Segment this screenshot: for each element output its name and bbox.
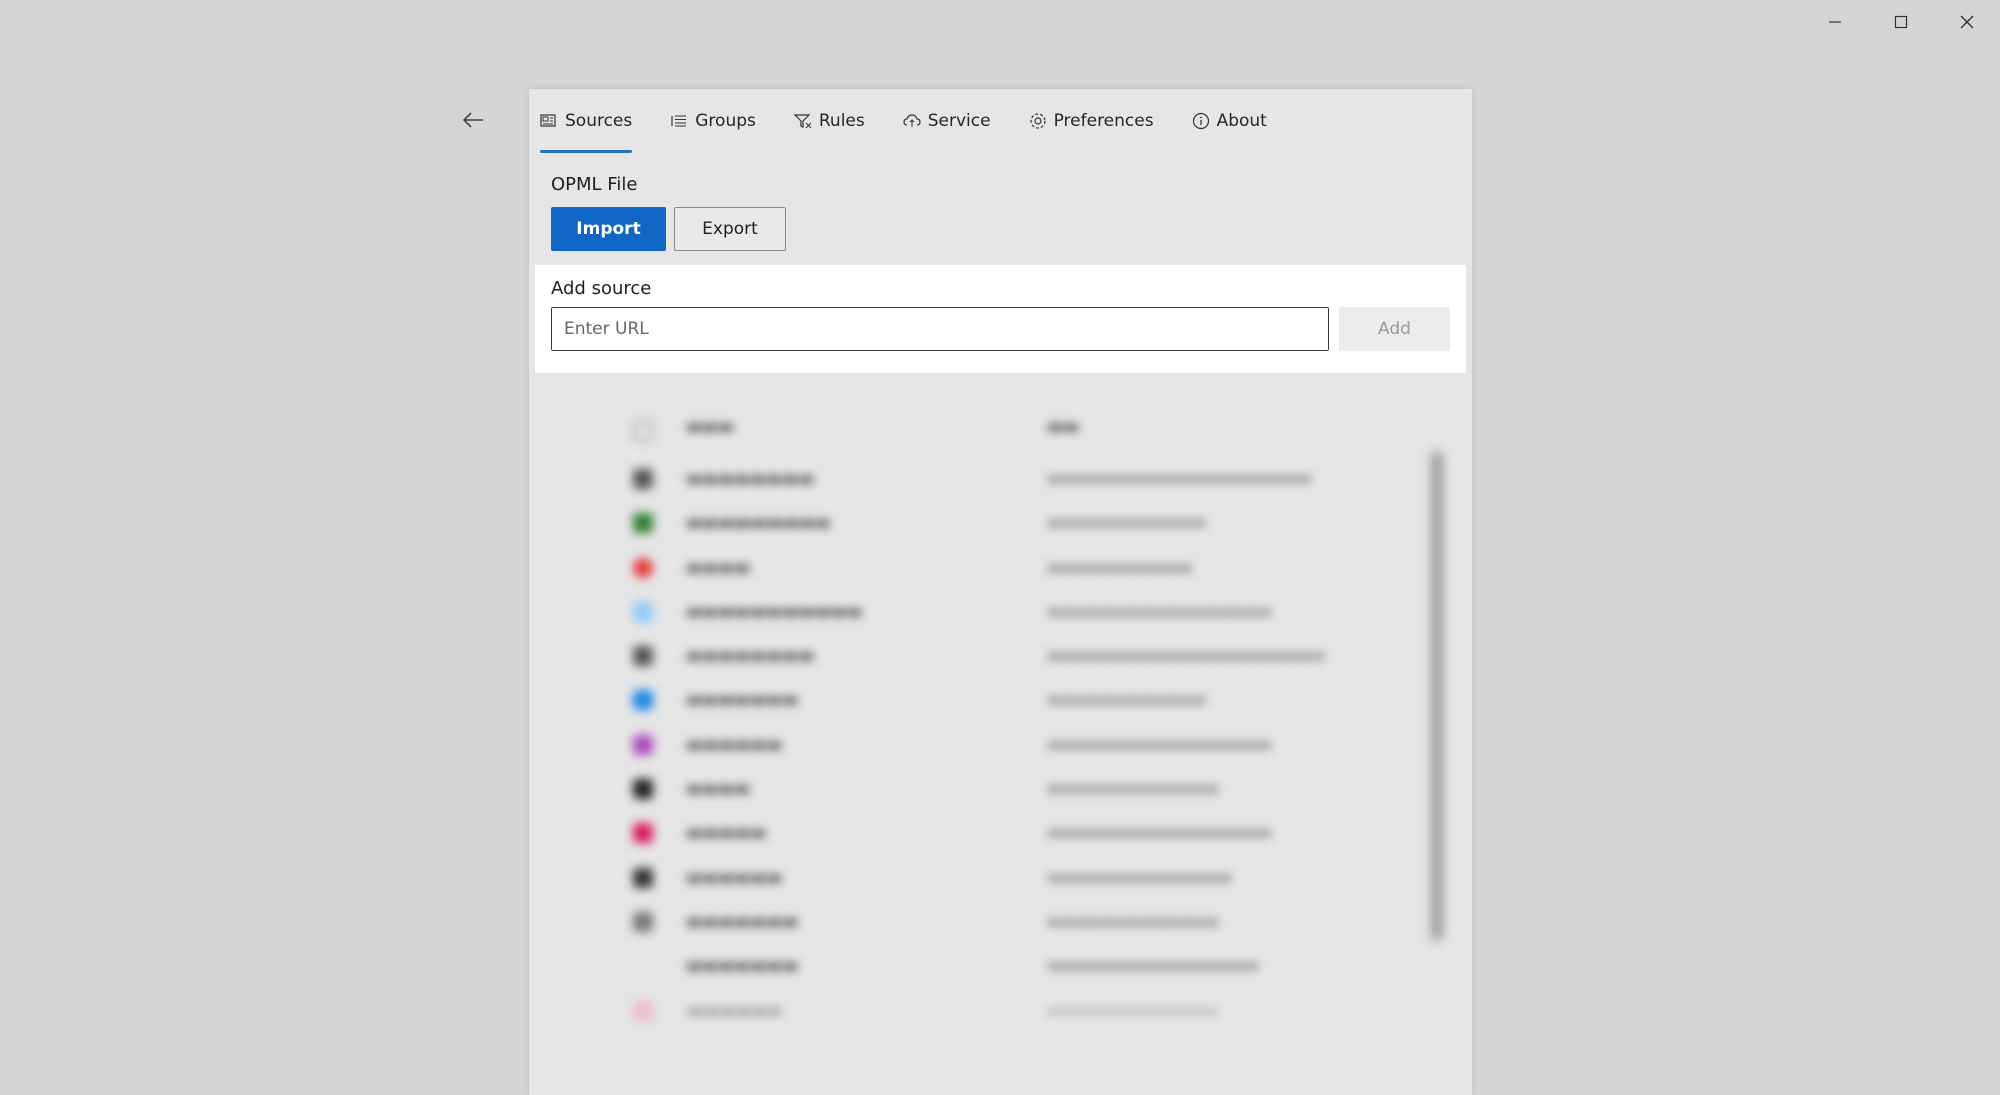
source-name: ▬▬▬▬▬▬▬ xyxy=(686,956,799,977)
source-url: ▬▬▬▬▬▬▬▬▬▬▬▬▬▬▬▬▬▬▬▬▬ xyxy=(1047,648,1325,665)
groups-icon xyxy=(671,115,687,127)
source-url: ▬▬▬▬▬▬▬▬▬▬▬▬▬▬▬▬ xyxy=(1047,958,1259,975)
source-icon xyxy=(633,557,653,578)
source-name: ▬▬▬▬▬▬▬▬ xyxy=(686,469,815,489)
list-item[interactable]: ▬▬▬▬▬▬▬▬▬▬▬▬▬▬▬▬▬▬▬▬ xyxy=(547,858,1452,902)
tab-preferences[interactable]: Preferences xyxy=(1029,103,1154,139)
list-item[interactable]: ▬▬▬▬▬▬▬▬▬▬▬▬▬▬▬▬▬▬▬▬ xyxy=(547,902,1452,946)
tab-label: About xyxy=(1216,111,1267,131)
list-item[interactable]: ▬▬▬▬▬▬▬▬▬▬▬▬▬▬▬▬▬▬▬ xyxy=(547,991,1452,1035)
source-url: ▬▬▬▬▬▬▬▬▬▬▬▬▬ xyxy=(1047,913,1219,930)
list-item[interactable]: ▬▬▬▬▬▬▬▬▬▬▬▬▬▬▬▬▬▬▬▬▬▬▬▬▬▬▬▬ xyxy=(547,592,1452,636)
list-header: ▬▬▬ ▬▬ xyxy=(547,415,1452,445)
source-icon xyxy=(633,867,653,888)
minimize-icon xyxy=(1829,21,1841,23)
source-name: ▬▬▬▬ xyxy=(686,779,751,800)
tab-bar: Sources Groups Rules Service Preferences… xyxy=(540,103,1305,153)
source-url: ▬▬▬▬▬▬▬▬▬▬▬▬▬ xyxy=(1047,1002,1219,1019)
tab-label: Rules xyxy=(818,111,865,131)
source-url: ▬▬▬▬▬▬▬▬▬▬▬▬ xyxy=(1047,515,1206,532)
tab-about[interactable]: About xyxy=(1192,103,1267,139)
source-url: ▬▬▬▬▬▬▬▬▬▬▬▬▬▬▬▬▬▬▬▬ xyxy=(1047,471,1312,487)
source-icon xyxy=(633,956,653,976)
source-icon xyxy=(633,646,653,667)
tab-label: Sources xyxy=(565,111,633,131)
add-source-section: Add source Add xyxy=(535,265,1466,373)
source-name: ▬▬▬▬▬▬ xyxy=(686,867,783,888)
list-item[interactable]: ▬▬▬▬▬▬▬▬▬▬▬▬▬▬▬▬▬▬▬▬▬▬▬▬▬▬▬▬ xyxy=(547,459,1452,503)
about-icon xyxy=(1192,112,1209,130)
source-name: ▬▬▬▬▬▬▬▬▬ xyxy=(686,513,831,534)
source-url: ▬▬▬▬▬▬▬▬▬▬▬▬▬▬▬▬▬ xyxy=(1047,825,1272,842)
source-icon xyxy=(633,911,653,932)
tab-groups[interactable]: Groups xyxy=(670,103,756,139)
source-name: ▬▬▬▬▬ xyxy=(686,823,767,844)
sources-icon xyxy=(540,114,556,127)
source-name: ▬▬▬▬▬▬ xyxy=(686,734,783,755)
add-source-label: Add source xyxy=(551,278,652,299)
list-item[interactable]: ▬▬▬▬▬▬▬▬▬▬▬▬▬▬▬▬▬▬▬ xyxy=(547,680,1452,724)
tab-sources[interactable]: Sources xyxy=(540,103,633,153)
list-item[interactable]: ▬▬▬▬▬▬▬▬ ▬▬▬▬▬▬▬▬▬▬▬▬▬▬▬▬▬▬▬▬▬ xyxy=(547,636,1452,680)
settings-panel: Sources Groups Rules Service Preferences… xyxy=(529,89,1472,1095)
tab-label: Preferences xyxy=(1053,111,1154,131)
back-arrow-icon xyxy=(462,112,483,128)
source-url: ▬▬▬▬▬▬▬▬▬▬▬▬▬ xyxy=(1047,781,1219,798)
source-icon xyxy=(633,823,653,844)
source-name: ▬▬▬▬ xyxy=(686,557,751,578)
column-header-url: ▬▬ xyxy=(1047,417,1080,437)
maximize-icon xyxy=(1894,15,1908,29)
source-url: ▬▬▬▬▬▬▬▬▬▬▬▬▬▬▬▬▬ xyxy=(1047,603,1272,620)
source-url: ▬▬▬▬▬▬▬▬▬▬▬▬▬▬ xyxy=(1047,869,1233,886)
source-url: ▬▬▬▬▬▬▬▬▬▬▬▬▬▬▬▬▬ xyxy=(1047,736,1272,753)
list-item[interactable]: ▬▬▬▬▬▬▬▬▬ ▬▬▬▬▬▬▬▬▬▬▬▬ xyxy=(547,503,1452,547)
sources-list-blurred: ▬▬▬ ▬▬ ▬▬▬▬▬▬▬▬ ▬▬▬▬▬▬▬▬▬▬▬▬▬▬▬▬▬▬▬▬ ▬▬▬▬… xyxy=(547,389,1452,1039)
column-header-name: ▬▬▬ xyxy=(686,417,735,437)
close-button[interactable] xyxy=(1934,0,2000,44)
source-name: ▬▬▬▬▬▬ xyxy=(686,1000,783,1021)
source-name: ▬▬▬▬▬▬▬▬ xyxy=(686,646,815,667)
source-url: ▬▬▬▬▬▬▬▬▬▬▬ xyxy=(1047,559,1193,576)
export-button[interactable]: Export xyxy=(674,207,786,251)
tab-label: Service xyxy=(927,111,991,131)
source-name: ▬▬▬▬▬▬▬ xyxy=(686,690,799,711)
add-button[interactable]: Add xyxy=(1339,307,1450,351)
list-rows: ▬▬▬▬▬▬▬▬ ▬▬▬▬▬▬▬▬▬▬▬▬▬▬▬▬▬▬▬▬ ▬▬▬▬▬▬▬▬▬ ▬▬… xyxy=(547,459,1452,1035)
select-all-checkbox[interactable] xyxy=(633,421,653,441)
list-item[interactable]: ▬▬▬▬▬ ▬▬▬▬▬▬▬▬▬▬▬▬▬▬▬▬▬ xyxy=(547,813,1452,857)
source-name: ▬▬▬▬▬▬▬▬▬▬▬ xyxy=(686,601,863,622)
list-item[interactable]: ▬▬▬▬ ▬▬▬▬▬▬▬▬▬▬▬ xyxy=(547,548,1452,592)
tab-service[interactable]: Service xyxy=(903,103,991,139)
source-icon xyxy=(633,690,653,711)
list-item[interactable]: ▬▬▬▬▬▬▬▬▬▬▬▬▬▬▬▬▬▬▬▬▬▬▬ xyxy=(547,725,1452,769)
sources-list[interactable]: ▬▬▬ ▬▬ ▬▬▬▬▬▬▬▬ ▬▬▬▬▬▬▬▬▬▬▬▬▬▬▬▬▬▬▬▬ ▬▬▬▬… xyxy=(547,389,1452,1039)
list-scrollbar[interactable] xyxy=(1431,451,1443,941)
source-url: ▬▬▬▬▬▬▬▬▬▬▬▬ xyxy=(1047,692,1206,709)
preferences-icon xyxy=(1029,113,1046,129)
opml-file-label: OPML File xyxy=(551,174,638,195)
source-icon xyxy=(633,513,653,534)
list-item[interactable]: ▬▬▬▬ ▬▬▬▬▬▬▬▬▬▬▬▬▬ xyxy=(547,769,1452,813)
import-button[interactable]: Import xyxy=(551,207,666,251)
source-icon xyxy=(633,1000,653,1021)
close-icon xyxy=(1960,15,1974,29)
rules-icon xyxy=(793,114,812,129)
tab-label: Groups xyxy=(695,111,756,131)
source-icon xyxy=(633,601,653,622)
source-icon xyxy=(633,734,653,755)
service-icon xyxy=(903,114,921,127)
url-input[interactable] xyxy=(551,307,1329,351)
maximize-button[interactable] xyxy=(1868,0,1934,44)
list-item[interactable]: ▬▬▬▬▬▬▬▬▬▬▬▬▬▬▬▬▬▬▬▬▬▬▬ xyxy=(547,946,1452,990)
source-name: ▬▬▬▬▬▬▬ xyxy=(686,911,799,932)
window-controls xyxy=(1802,0,2000,44)
minimize-button[interactable] xyxy=(1802,0,1868,44)
source-icon xyxy=(633,469,653,489)
back-button[interactable] xyxy=(452,100,494,140)
tab-rules[interactable]: Rules xyxy=(793,103,865,139)
source-icon xyxy=(633,779,653,800)
